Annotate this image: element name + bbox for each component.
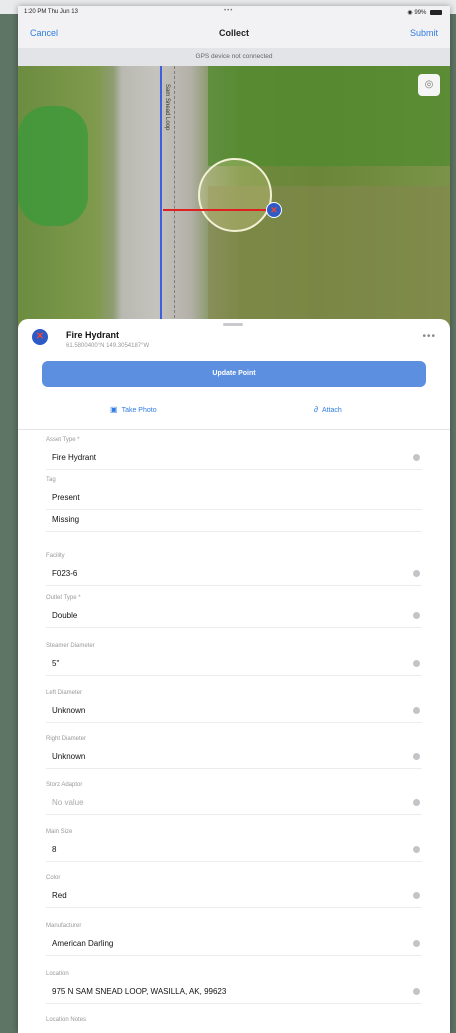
- field-separator: [46, 814, 422, 815]
- status-time: 1:20 PM Thu Jun 13: [24, 9, 78, 15]
- feature-title: Fire Hydrant: [66, 330, 120, 340]
- field-label: Tag: [46, 477, 56, 483]
- field-label: Steamer Diameter: [46, 643, 95, 649]
- field-value-input[interactable]: Red: [52, 891, 67, 900]
- road-line: [160, 66, 162, 328]
- field-separator: [46, 768, 422, 769]
- field-value-input[interactable]: 8: [52, 845, 56, 854]
- clear-field-icon[interactable]: [413, 612, 420, 619]
- gps-accuracy-circle: [198, 158, 272, 232]
- wifi-icon: ◉: [407, 10, 413, 16]
- battery-icon: [430, 9, 442, 15]
- road-label: Sam Snead Loop: [164, 84, 170, 131]
- attach-button[interactable]: ∂ Attach: [314, 405, 342, 414]
- sheet-grabber[interactable]: [223, 323, 243, 326]
- submit-button[interactable]: Submit: [410, 28, 438, 38]
- field-label: Left Diameter: [46, 690, 83, 696]
- clear-field-icon[interactable]: [413, 570, 420, 577]
- field-label: Location: [46, 971, 69, 977]
- field-value-input[interactable]: Unknown: [52, 752, 85, 761]
- feature-coordinates: 61.5800400°N 149.3054187°W: [66, 343, 150, 349]
- field-separator: [46, 1003, 422, 1004]
- field-separator: [46, 907, 422, 908]
- field-value-input[interactable]: 5": [52, 659, 59, 668]
- field-value-input[interactable]: F023-6: [52, 569, 77, 578]
- status-right: ◉ 99%: [407, 9, 442, 16]
- field-value-input[interactable]: Fire Hydrant: [52, 453, 96, 462]
- field-separator: [46, 955, 422, 956]
- take-photo-label: Take Photo: [121, 407, 157, 414]
- field-value-input[interactable]: Double: [52, 611, 77, 620]
- take-photo-button[interactable]: ▣ Take Photo: [110, 405, 157, 414]
- fire-hydrant-icon: ✕: [32, 329, 48, 345]
- clear-field-icon[interactable]: [413, 892, 420, 899]
- clear-field-icon[interactable]: [413, 940, 420, 947]
- field-value-input[interactable]: Unknown: [52, 706, 85, 715]
- clear-field-icon[interactable]: [413, 799, 420, 806]
- tablet-screen: 1:20 PM Thu Jun 13 ••• ◉ 99% Cancel Coll…: [18, 6, 450, 1033]
- field-separator: [46, 675, 422, 676]
- field-separator: [46, 531, 422, 532]
- clear-field-icon[interactable]: [413, 846, 420, 853]
- clear-field-icon[interactable]: [413, 753, 420, 760]
- field-separator: [46, 722, 422, 723]
- field-value-input[interactable]: No value: [52, 798, 84, 807]
- field-separator: [46, 861, 422, 862]
- field-separator: [46, 469, 422, 470]
- field-value-input[interactable]: 975 N SAM SNEAD LOOP, WASILLA, AK, 99623: [52, 987, 226, 996]
- offset-line: [163, 209, 273, 211]
- field-label: Location Notes: [46, 1017, 87, 1023]
- clear-field-icon[interactable]: [413, 707, 420, 714]
- field-label: Storz Adaptor: [46, 782, 83, 788]
- field-value-input[interactable]: Present: [52, 493, 80, 502]
- clear-field-icon[interactable]: [413, 660, 420, 667]
- clear-field-icon[interactable]: [413, 454, 420, 461]
- field-value-input[interactable]: American Darling: [52, 939, 113, 948]
- update-point-button[interactable]: Update Point: [42, 361, 426, 387]
- field-label: Outlet Type *: [46, 595, 81, 601]
- field-label: Main Size: [46, 829, 73, 835]
- camera-icon: ▣: [110, 405, 118, 414]
- field-value-input[interactable]: Missing: [52, 515, 79, 524]
- fire-hydrant-marker-icon[interactable]: ✕: [266, 202, 282, 218]
- page-title: Collect: [218, 28, 249, 38]
- field-label: Asset Type *: [46, 437, 80, 443]
- more-options-button[interactable]: •••: [422, 331, 436, 342]
- gps-status-banner: GPS device not connected: [18, 48, 450, 66]
- multitask-dots: •••: [224, 8, 234, 14]
- map-terrain: [18, 106, 88, 226]
- map-terrain: [208, 66, 450, 166]
- field-label: Facility: [46, 553, 65, 559]
- field-label: Manufacturer: [46, 923, 82, 929]
- paperclip-icon: ∂: [314, 405, 318, 414]
- map-view[interactable]: Sam Snead Loop ✕ ◎: [18, 66, 450, 328]
- navigation-bar: Cancel Collect Submit: [18, 20, 450, 48]
- feature-sheet: ✕ Fire Hydrant 61.5800400°N 149.3054187°…: [18, 319, 450, 1033]
- field-label: Color: [46, 875, 61, 881]
- status-bar: 1:20 PM Thu Jun 13 ••• ◉ 99%: [18, 6, 450, 20]
- locate-button[interactable]: ◎: [418, 74, 440, 96]
- attach-label: Attach: [321, 407, 342, 414]
- attachment-actions: ▣ Take Photo ∂ Attach: [18, 401, 450, 421]
- field-label: Right Diameter: [46, 736, 87, 742]
- field-separator: [46, 627, 422, 628]
- divider: [18, 429, 450, 430]
- road-centerline: [174, 66, 176, 328]
- field-separator: [46, 585, 422, 586]
- field-separator: [46, 509, 422, 510]
- battery-percent: 99%: [414, 10, 427, 16]
- clear-field-icon[interactable]: [413, 988, 420, 995]
